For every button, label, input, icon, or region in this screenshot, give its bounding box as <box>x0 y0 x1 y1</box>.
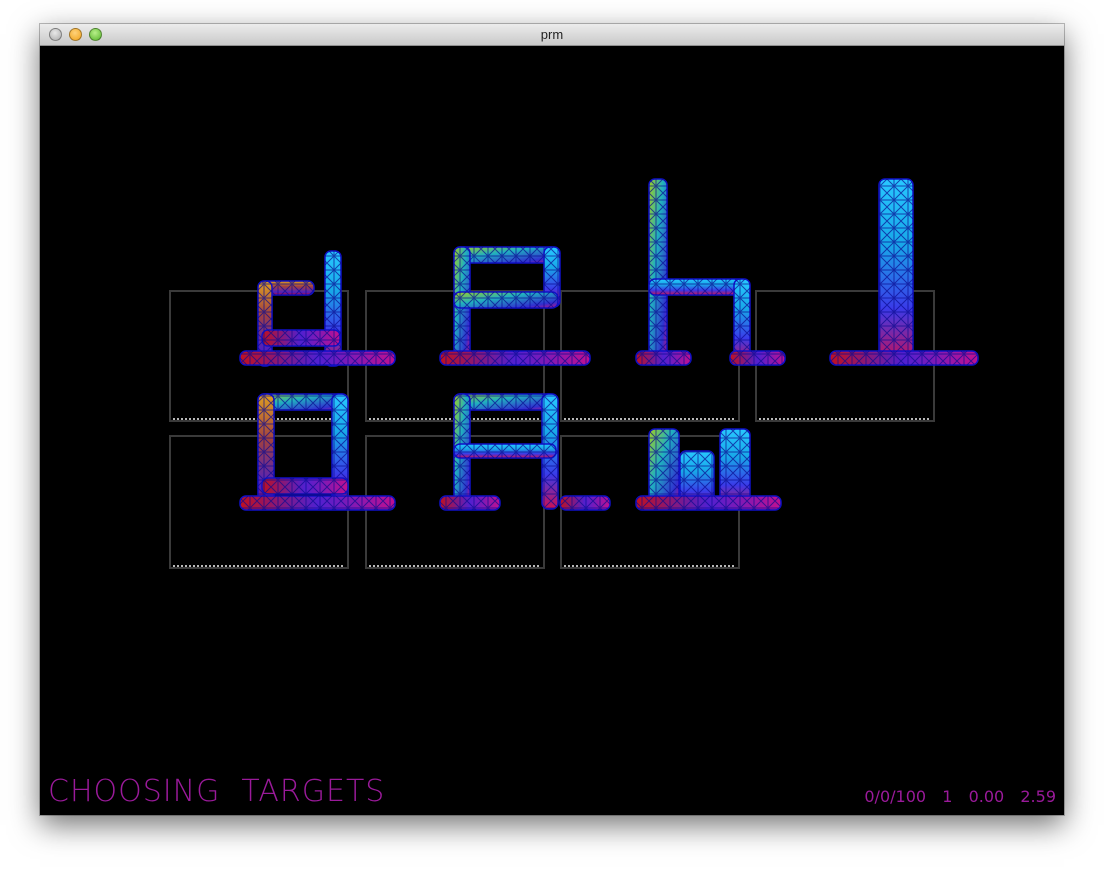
letter-mesh <box>649 179 667 364</box>
scene-svg <box>169 178 979 569</box>
letter-mesh <box>649 279 744 295</box>
letter-mesh <box>636 351 691 365</box>
letter-mesh <box>240 351 395 365</box>
letter-mesh <box>240 496 395 510</box>
window-title: prm <box>540 27 564 42</box>
app-window: prm CHOOSING TARGETS 0/0/100 1 0.00 2.59 <box>40 24 1064 815</box>
letter-mesh <box>730 351 785 365</box>
letter-mesh <box>262 330 340 346</box>
title-bar[interactable]: prm <box>40 24 1064 46</box>
letter-mesh <box>879 179 913 364</box>
simulation-canvas[interactable]: CHOOSING TARGETS 0/0/100 1 0.00 2.59 <box>40 46 1064 815</box>
letter-mesh <box>830 351 978 365</box>
stats-readout: 0/0/100 1 0.00 2.59 <box>864 787 1056 806</box>
letter-mesh <box>440 496 500 510</box>
mode-status: CHOOSING TARGETS <box>48 774 386 809</box>
letter-mesh <box>325 251 341 366</box>
letter-mesh <box>454 444 556 458</box>
letter-mesh <box>454 292 558 308</box>
letter-strokes <box>239 178 979 511</box>
letter-mesh <box>440 351 590 365</box>
letter-mesh <box>636 496 781 510</box>
letter-mesh <box>560 496 610 510</box>
letter-mesh <box>262 478 348 494</box>
